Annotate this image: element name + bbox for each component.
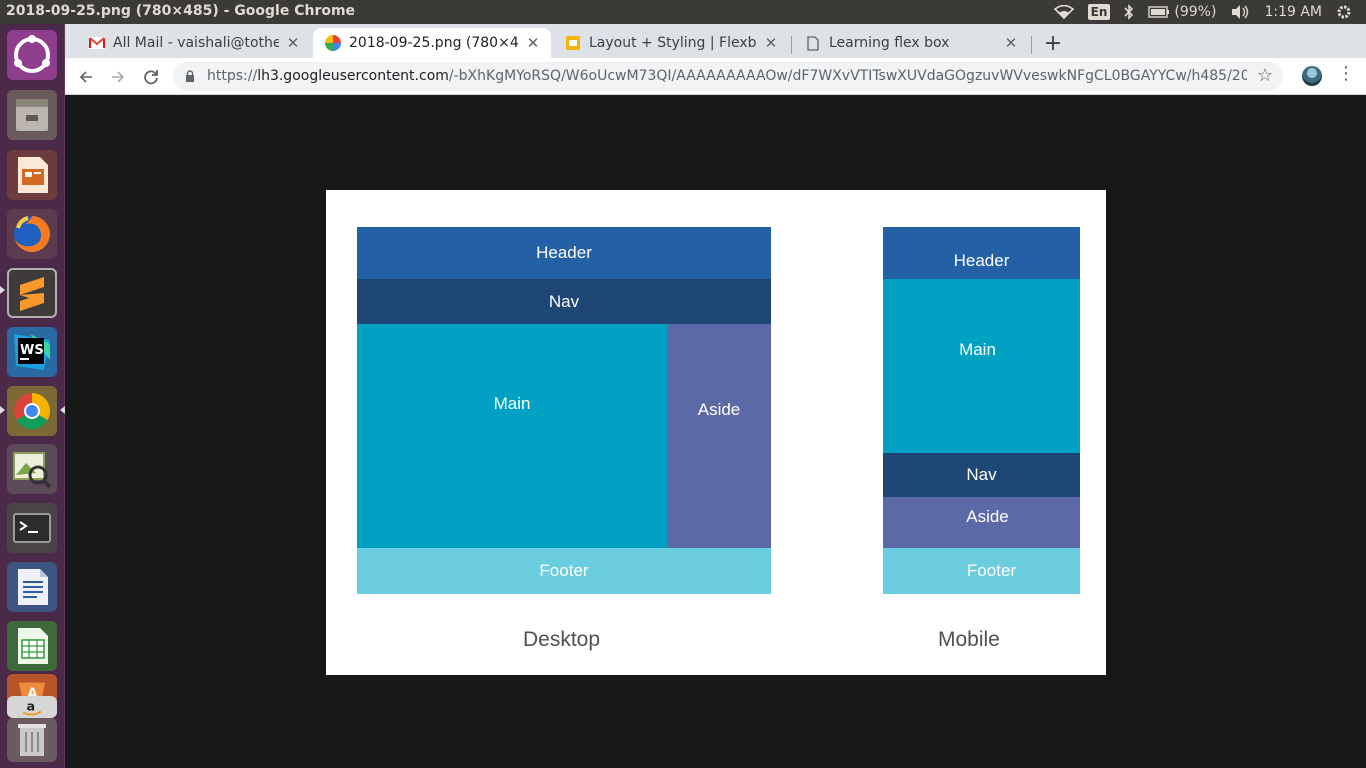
gmail-icon [89, 35, 105, 51]
ubuntu-dash-icon[interactable] [7, 30, 57, 80]
bookmark-star-icon[interactable]: ☆ [1257, 65, 1273, 86]
desktop-aside-block: Aside [667, 324, 771, 548]
new-tab-button[interactable]: + [1041, 31, 1065, 56]
desktop-footer-label: Footer [539, 561, 589, 580]
mobile-caption: Mobile [938, 628, 1000, 651]
close-tab-icon[interactable]: ✕ [525, 34, 541, 52]
battery-percentage: (99%) [1174, 4, 1217, 20]
desktop-nav-block: Nav [357, 279, 771, 324]
url-path: /-bXhKgMYoRSQ/W6oUcwM73QI/AAAAAAAAAOw/dF… [448, 68, 1247, 84]
mobile-nav-label: Nav [966, 465, 997, 484]
chrome-menu-icon[interactable]: ⋮ [1337, 63, 1355, 84]
displayed-image[interactable]: Header Nav Main Aside Footer Desktop Hea… [326, 190, 1106, 675]
close-tab-icon[interactable]: ✕ [763, 34, 779, 52]
battery-icon [1148, 6, 1170, 18]
reload-icon [144, 70, 158, 85]
mobile-main-block: Main [883, 279, 1080, 453]
mobile-main-label: Main [959, 340, 996, 359]
desktop-footer-block: Footer [357, 548, 771, 594]
desktop-main-label: Main [493, 394, 531, 413]
impress-icon[interactable] [7, 150, 57, 200]
sublime-text-icon[interactable] [7, 268, 57, 318]
close-tab-icon[interactable]: ✕ [285, 34, 301, 52]
arrow-right-icon [112, 71, 125, 83]
calc-icon[interactable] [7, 621, 57, 671]
running-indicator [0, 406, 5, 414]
arrow-left-icon [79, 71, 92, 83]
page-icon [805, 35, 821, 51]
volume-icon[interactable] [1230, 4, 1250, 20]
wifi-icon[interactable] [1053, 5, 1074, 19]
mobile-nav-block: Nav [883, 453, 1080, 497]
lock-icon [186, 70, 194, 82]
tab-separator [1031, 36, 1032, 54]
url-host: lh3.googleusercontent.com [257, 68, 449, 84]
desktop-header-label: Header [536, 243, 592, 262]
image-viewer-icon[interactable] [7, 444, 57, 494]
keyboard-language-indicator[interactable]: En [1087, 4, 1111, 20]
address-bar[interactable]: https://lh3.googleusercontent.com/-bXhKg… [173, 62, 1283, 91]
svg-text:a: a [27, 699, 36, 714]
bluetooth-icon[interactable] [1124, 4, 1134, 20]
battery-indicator[interactable]: (99%) [1148, 4, 1216, 20]
mobile-footer-label: Footer [966, 561, 1017, 580]
back-button[interactable] [73, 64, 99, 90]
tab-title: All Mail - vaishali@tothenew [113, 35, 279, 51]
desktop-caption: Desktop [523, 628, 601, 651]
forward-button[interactable] [105, 64, 131, 90]
desktop-main-block: Main [357, 324, 667, 548]
window-title: 2018-09-25.png (780×485) - Google Chrome [6, 3, 356, 19]
desktop-nav-label: Nav [548, 291, 580, 311]
webstorm-icon[interactable]: WS [7, 327, 57, 377]
top-panel: 2018-09-25.png (780×485) - Google Chrome… [0, 0, 1366, 24]
svg-text:WS: WS [20, 343, 44, 358]
url-text[interactable]: https://lh3.googleusercontent.com/-bXhKg… [207, 68, 1247, 84]
mobile-header-label: Header [953, 251, 1010, 270]
writer-icon[interactable] [7, 562, 57, 612]
tab-strip: All Mail - vaishali@tothenew ✕ 2018-09-2… [65, 24, 1366, 58]
clock[interactable]: 1:19 AM [1264, 4, 1322, 20]
chrome-icon[interactable] [7, 386, 57, 436]
mobile-aside-label: Aside [966, 506, 1009, 526]
mobile-footer-block: Footer [883, 548, 1080, 594]
running-indicator [0, 286, 5, 294]
tab-image[interactable]: 2018-09-25.png (780×485) ✕ [313, 28, 551, 58]
desktop-aside-label: Aside [697, 400, 741, 419]
photos-icon [325, 35, 341, 51]
system-tray: En (99%) 1:19 AM [1053, 0, 1366, 24]
trash-icon[interactable] [7, 718, 57, 762]
tab-title: Learning flex box [829, 35, 950, 51]
settings-gear-icon[interactable] [1336, 4, 1352, 20]
mobile-header-block: Header [883, 227, 1080, 279]
tab-layout-styling[interactable]: Layout + Styling | Flexbox ✕ [553, 28, 789, 58]
browser-toolbar: https://lh3.googleusercontent.com/-bXhKg… [65, 58, 1366, 95]
launcher: WS A a [0, 24, 65, 768]
tab-learning-flex-box[interactable]: Learning flex box ✕ [793, 28, 1029, 58]
profile-avatar[interactable] [1302, 66, 1322, 86]
slides-icon [565, 35, 581, 51]
tab-title: 2018-09-25.png (780×485) [349, 35, 519, 51]
url-scheme: https:// [207, 68, 258, 84]
tab-separator [791, 36, 792, 54]
browser-viewport: Header Nav Main Aside Footer Desktop Hea… [65, 96, 1366, 768]
reload-button[interactable] [138, 64, 164, 90]
desktop-header-block: Header [357, 227, 771, 279]
firefox-icon[interactable] [7, 209, 57, 259]
close-tab-icon[interactable]: ✕ [1003, 34, 1019, 52]
amazon-icon[interactable]: a [7, 696, 57, 718]
terminal-icon[interactable] [7, 503, 57, 553]
files-icon[interactable] [7, 90, 57, 140]
tab-title: Layout + Styling | Flexbox [589, 35, 757, 51]
mobile-aside-block: Aside [883, 497, 1080, 548]
tab-gmail[interactable]: All Mail - vaishali@tothenew ✕ [77, 28, 311, 58]
